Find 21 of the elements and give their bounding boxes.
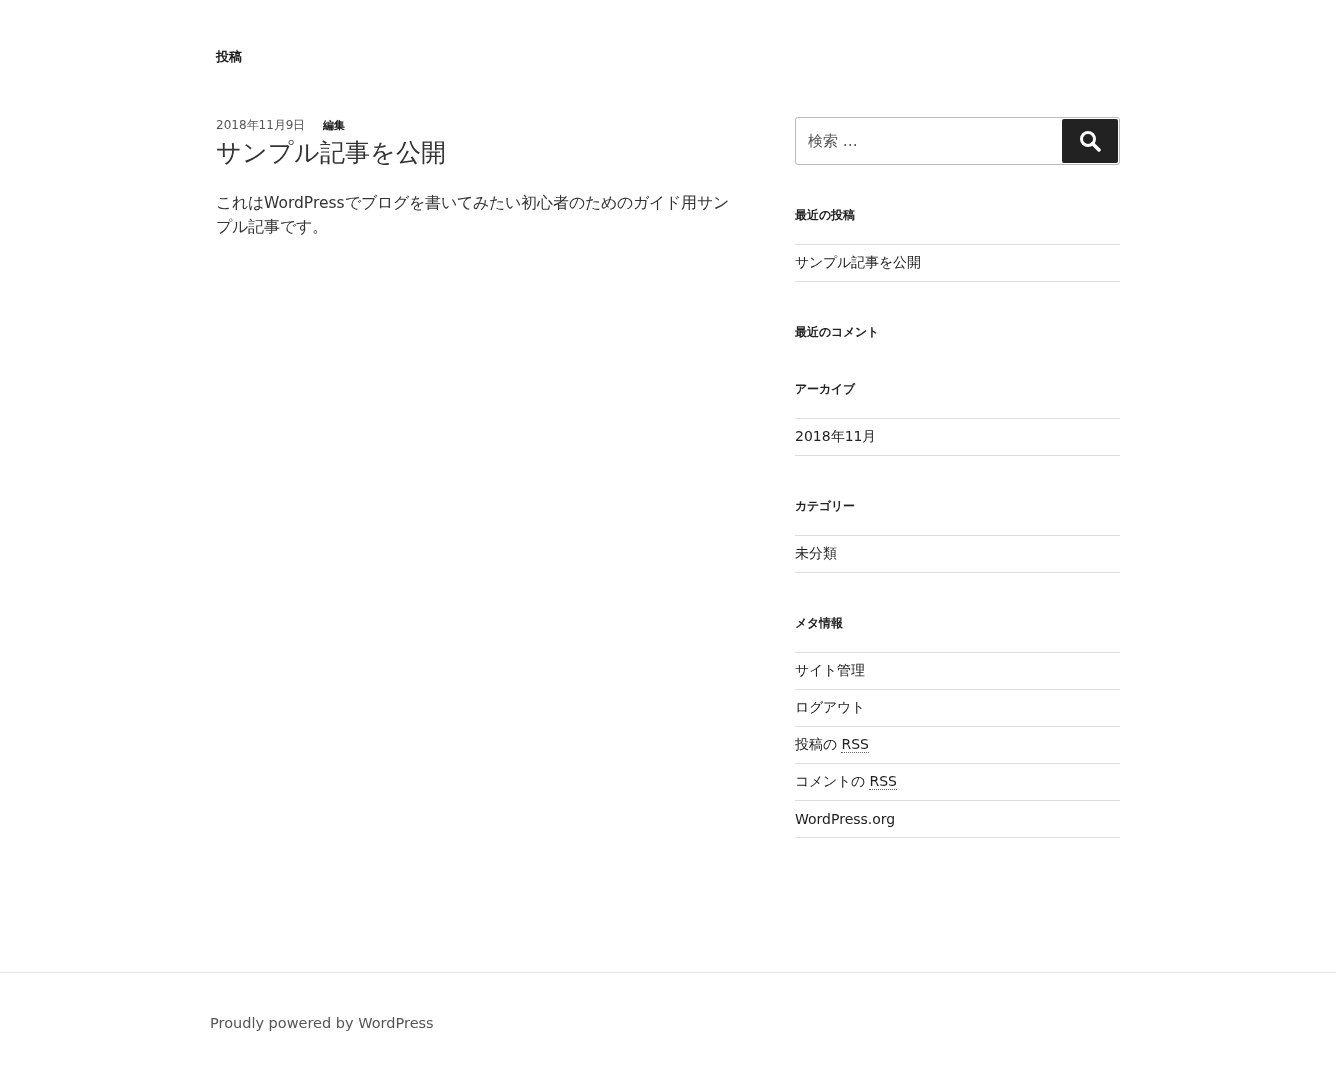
- sidebar-link[interactable]: 投稿の RSS: [795, 736, 869, 754]
- footer-credit[interactable]: Proudly powered by WordPress: [210, 1015, 434, 1031]
- widget-title: 最近のコメント: [795, 325, 880, 339]
- post-excerpt: これはWordPressでブログを書いてみたい初心者のためのガイド用サンプル記事です。: [216, 193, 730, 238]
- widget-title: メタ情報: [795, 616, 844, 630]
- widget-title: アーカイブ: [795, 382, 857, 396]
- widget-title: 最近の投稿: [795, 208, 856, 222]
- widget-title: カテゴリー: [795, 499, 856, 513]
- sidebar-link[interactable]: サンプル記事を公開: [795, 254, 921, 272]
- sidebar-link[interactable]: 未分類: [795, 545, 837, 563]
- post-title: サンプル記事を公開: [216, 137, 447, 169]
- sidebar-link[interactable]: ログアウト: [795, 699, 865, 717]
- sidebar-link[interactable]: サイト管理: [795, 662, 865, 680]
- sidebar-link[interactable]: 2018年11月: [795, 428, 877, 446]
- post-date: 2018年11月9日: [216, 117, 306, 134]
- page-title: 投稿: [216, 49, 243, 65]
- search-button[interactable]: [1062, 119, 1118, 163]
- sidebar-link[interactable]: WordPress.org: [795, 811, 896, 827]
- edit-link[interactable]: 編集: [323, 118, 346, 133]
- sidebar-link[interactable]: コメントの RSS: [795, 773, 897, 791]
- search-icon: [1079, 130, 1101, 152]
